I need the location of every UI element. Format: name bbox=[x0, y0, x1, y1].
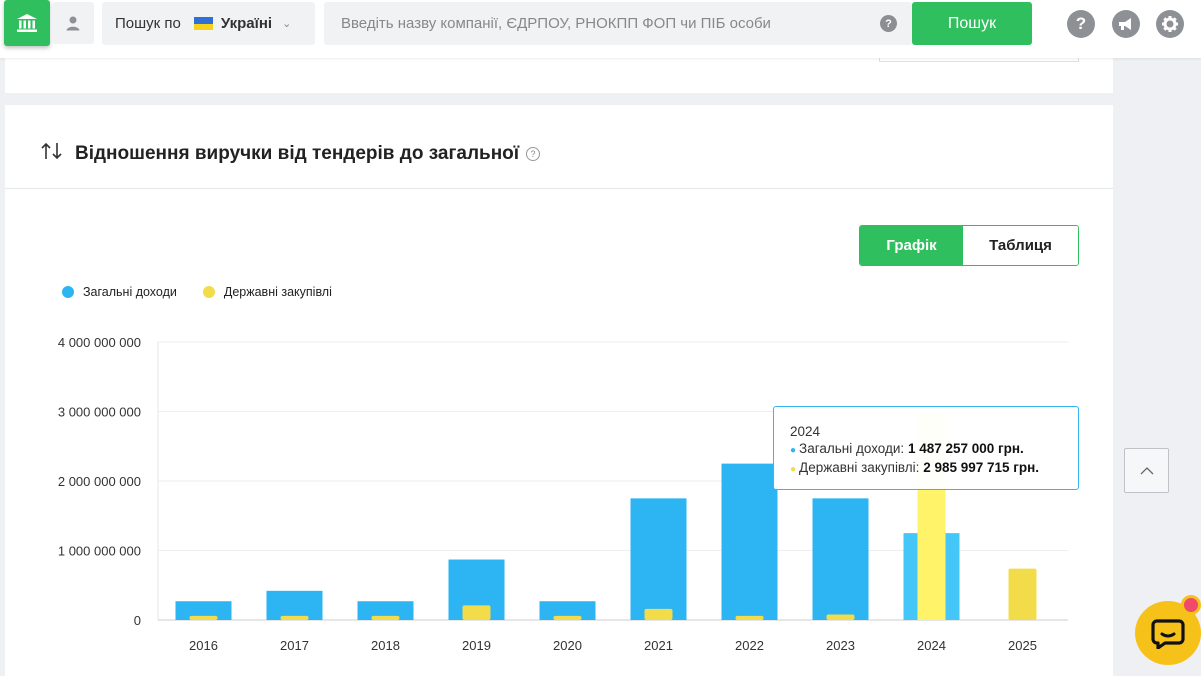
tooltip-year: 2024 bbox=[790, 424, 821, 439]
x-tick-label: 2022 bbox=[735, 638, 764, 653]
y-tick-label: 3 000 000 000 bbox=[58, 405, 141, 420]
sort-arrows-icon bbox=[41, 142, 62, 160]
search-help-icon[interactable]: ? bbox=[880, 15, 897, 32]
tab-chart[interactable]: Графік bbox=[860, 226, 964, 265]
tooltip-row-gov: ● Державні закупівлі: 2 985 997 715 грн. bbox=[790, 459, 1078, 478]
chart-tooltip: 2024 ● Загальні доходи: 1 487 257 000 грн… bbox=[773, 406, 1079, 490]
user-button[interactable] bbox=[52, 2, 94, 44]
bank-icon bbox=[17, 14, 37, 32]
bar-total-2023 bbox=[812, 498, 869, 620]
legend-dot-gov bbox=[202, 286, 215, 298]
bar-gov-2022 bbox=[735, 615, 764, 620]
card-header: Відношення виручки від тендерів до загал… bbox=[5, 105, 1113, 189]
bar-chart: 4 000 000 000 3 000 000 000 2 000 000 000 1… bbox=[58, 335, 1068, 653]
gear-icon[interactable] bbox=[1156, 10, 1184, 38]
previous-card-control bbox=[879, 58, 1079, 62]
bar-gov-2016 bbox=[189, 615, 218, 620]
legend-item-gov[interactable]: Державні закупівлі bbox=[202, 285, 332, 299]
megaphone-icon[interactable] bbox=[1112, 10, 1140, 38]
tab-table[interactable]: Таблиця bbox=[963, 226, 1078, 265]
region-prefix: Пошук по bbox=[115, 15, 181, 32]
region-selector[interactable]: Пошук по Україні ⌄ bbox=[102, 2, 315, 45]
user-icon bbox=[66, 16, 80, 31]
legend-label-total: Загальні доходи bbox=[83, 285, 177, 299]
bar-gov-2020 bbox=[553, 615, 582, 620]
legend-dot-total bbox=[62, 286, 74, 298]
y-tick-label: 1 000 000 000 bbox=[58, 544, 141, 559]
search-button[interactable]: Пошук bbox=[912, 2, 1032, 45]
x-tick-label: 2021 bbox=[644, 638, 673, 653]
search-box: ? bbox=[324, 2, 912, 45]
tooltip-row-total: ● Загальні доходи: 1 487 257 000 грн. bbox=[790, 440, 1078, 459]
y-tick-label: 4 000 000 000 bbox=[58, 335, 141, 350]
chat-notification-badge bbox=[1181, 595, 1201, 615]
x-tick-label: 2017 bbox=[280, 638, 309, 653]
search-input[interactable] bbox=[341, 2, 871, 45]
x-tick-label: 2023 bbox=[826, 638, 855, 653]
chart-legend: Загальні доходи Державні закупівлі bbox=[62, 285, 358, 299]
tooltip-gov-label: Державні закупівлі: bbox=[799, 460, 920, 475]
ukraine-flag-icon bbox=[193, 17, 213, 30]
scroll-to-top-button[interactable] bbox=[1124, 448, 1169, 493]
view-toggle: Графік Таблиця bbox=[859, 225, 1079, 266]
tooltip-total-value: 1 487 257 000 грн. bbox=[907, 441, 1024, 456]
y-tick-label: 2 000 000 000 bbox=[58, 474, 141, 489]
x-tick-label: 2018 bbox=[371, 638, 400, 653]
tooltip-gov-value: 2 985 997 715 грн. bbox=[923, 460, 1040, 475]
y-tick-label: 0 bbox=[134, 613, 141, 628]
bar-gov-2017 bbox=[280, 615, 309, 620]
tooltip-total-label: Загальні доходи: bbox=[799, 441, 905, 456]
legend-label-gov: Державні закупівлі bbox=[223, 285, 332, 299]
x-tick-label: 2020 bbox=[553, 638, 582, 653]
bar-gov-2025 bbox=[1008, 568, 1037, 620]
bar-gov-2019 bbox=[462, 605, 491, 620]
tooltip-bullet-gov: ● bbox=[790, 464, 797, 475]
chevron-down-icon: ⌄ bbox=[282, 18, 292, 30]
x-tick-label: 2016 bbox=[189, 638, 218, 653]
bar-total-2017 bbox=[266, 590, 323, 620]
bar-total-2021 bbox=[630, 498, 687, 620]
card-title: Відношення виручки від тендерів до загал… bbox=[75, 143, 520, 164]
tender-revenue-card: Відношення виручки від тендерів до загал… bbox=[5, 105, 1113, 676]
x-tick-label: 2025 bbox=[1008, 638, 1037, 653]
x-tick-label: 2019 bbox=[462, 638, 491, 653]
title-help-icon[interactable]: ? bbox=[526, 147, 540, 161]
chat-icon bbox=[1151, 619, 1185, 649]
megaphone-glyph bbox=[1119, 18, 1131, 30]
bar-gov-2021 bbox=[644, 608, 673, 620]
x-tick-label: 2024 bbox=[917, 638, 946, 653]
chevron-up-icon bbox=[1140, 467, 1153, 475]
home-button[interactable] bbox=[4, 0, 50, 46]
region-country: Україні bbox=[220, 15, 273, 32]
previous-card bbox=[5, 58, 1113, 93]
tooltip-bullet-total: ● bbox=[790, 445, 797, 456]
legend-item-total[interactable]: Загальні доходи bbox=[62, 285, 177, 299]
bar-gov-2023 bbox=[826, 614, 855, 620]
gear-glyph bbox=[1162, 16, 1178, 32]
help-icon[interactable]: ? bbox=[1067, 10, 1095, 38]
top-bar: Пошук по Україні ⌄ ? Пошук ? bbox=[0, 0, 1201, 58]
bar-total-2022 bbox=[721, 463, 778, 620]
bar-gov-2018 bbox=[371, 615, 400, 620]
